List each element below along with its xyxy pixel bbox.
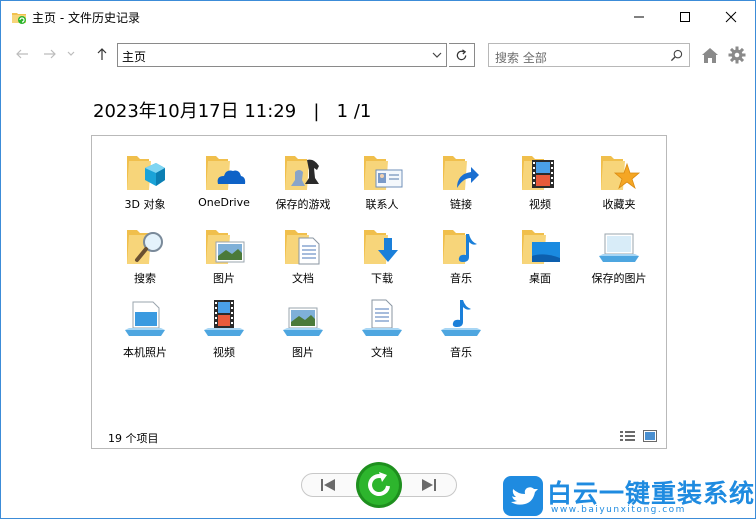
item-label: 3D 对象 (124, 198, 166, 211)
item-label: 桌面 (529, 272, 551, 285)
chevron-down-icon[interactable] (430, 48, 444, 62)
item-label: 文档 (371, 346, 393, 359)
list-item[interactable]: 视频 (501, 148, 579, 218)
list-item[interactable]: 图片 (264, 296, 342, 366)
item-label: 视频 (213, 346, 235, 359)
window-title: 主页 - 文件历史记录 (32, 11, 140, 25)
item-label: 本机照片 (123, 346, 167, 359)
arrow-right-icon (44, 49, 56, 59)
folder-downloads-icon (364, 230, 398, 264)
folder-searches-icon (127, 230, 163, 264)
list-item[interactable]: 图片 (185, 222, 263, 292)
library-camera-roll-icon (125, 301, 165, 336)
item-label: OneDrive (198, 196, 250, 209)
list-item[interactable]: 音乐 (422, 222, 500, 292)
library-pictures-icon (283, 307, 323, 336)
item-label: 链接 (450, 198, 472, 211)
list-item[interactable]: 音乐 (422, 296, 500, 366)
search-placeholder: 搜索 全部 (495, 51, 547, 65)
folder-onedrive-icon (206, 156, 246, 190)
search-icon[interactable] (670, 49, 683, 62)
file-history-app-icon (12, 13, 26, 24)
title-bar: 主页 - 文件历史记录 (1, 1, 755, 33)
item-label: 音乐 (450, 272, 472, 285)
item-label: 图片 (213, 272, 235, 285)
up-button[interactable] (93, 45, 111, 63)
forward-button[interactable] (41, 45, 59, 63)
item-label: 文档 (292, 272, 314, 285)
large-icons-view-icon[interactable] (643, 430, 657, 442)
list-item[interactable]: 下载 (343, 222, 421, 292)
item-label: 保存的图片 (591, 272, 647, 285)
library-documents-icon (362, 299, 402, 336)
search-input[interactable]: 搜索 全部 (488, 43, 690, 67)
close-icon (725, 11, 737, 23)
folder-desktop-icon (522, 230, 560, 264)
list-item[interactable]: OneDrive (185, 148, 263, 218)
maximize-button[interactable] (662, 1, 708, 33)
item-label: 联系人 (365, 198, 399, 211)
folder-music-icon (443, 230, 477, 264)
list-item[interactable]: 搜索 (106, 222, 184, 292)
address-bar[interactable]: 主页 (117, 43, 447, 67)
back-button[interactable] (13, 45, 31, 63)
arrow-left-icon (16, 49, 28, 59)
next-version-button[interactable] (421, 478, 437, 492)
item-label: 音乐 (450, 346, 472, 359)
folder-3d-objects-icon (127, 156, 165, 190)
recent-locations-button[interactable] (65, 45, 77, 63)
address-text: 主页 (122, 50, 147, 64)
restore-button[interactable] (355, 461, 403, 509)
item-count: 19 个项目 (108, 432, 159, 445)
chevron-down-icon (67, 51, 75, 56)
content-pane: 3D 对象 OneDrive 保存的游戏 联系人 链接 视频 收藏夹 搜索 图片… (91, 135, 667, 449)
maximize-icon (680, 12, 690, 22)
snapshot-date-line: 2023年10月17日 11:29 | 1 /1 (93, 97, 371, 123)
folder-links-icon (443, 156, 479, 190)
close-button[interactable] (708, 1, 754, 33)
list-item[interactable]: 收藏夹 (580, 148, 658, 218)
refresh-button[interactable] (449, 43, 475, 67)
folder-pictures-icon (206, 230, 245, 264)
folder-favorites-icon (601, 156, 641, 190)
refresh-icon (456, 48, 467, 60)
item-label: 下载 (371, 272, 393, 285)
home-icon[interactable] (701, 47, 719, 64)
snapshot-date: 2023年10月17日 11:29 (93, 101, 297, 122)
library-music-icon (441, 300, 481, 336)
item-label: 保存的游戏 (275, 198, 331, 211)
folder-saved-games-icon (285, 156, 319, 190)
list-item[interactable]: 保存的图片 (580, 222, 658, 292)
folder-videos-icon (522, 156, 554, 190)
gear-icon[interactable] (728, 46, 746, 64)
navigation-bar: 主页 搜索 全部 (1, 39, 755, 71)
library-videos-icon (204, 300, 244, 336)
list-item[interactable]: 桌面 (501, 222, 579, 292)
snapshot-page-indicator: 1 /1 (336, 101, 372, 122)
details-view-icon[interactable] (620, 430, 635, 442)
list-item[interactable]: 视频 (185, 296, 263, 366)
folder-contacts-icon (364, 156, 403, 190)
list-item[interactable]: 链接 (422, 148, 500, 218)
list-item[interactable]: 保存的游戏 (264, 148, 342, 218)
item-label: 收藏夹 (602, 198, 636, 211)
arrow-up-icon (97, 48, 107, 60)
list-item[interactable]: 3D 对象 (106, 148, 184, 218)
item-label: 视频 (529, 198, 551, 211)
item-label: 图片 (292, 346, 314, 359)
watermark: 白云一键重装系统 www.baiyunxitong.com (501, 474, 754, 518)
list-item[interactable]: 文档 (343, 296, 421, 366)
list-item[interactable]: 本机照片 (106, 296, 184, 366)
list-item[interactable]: 联系人 (343, 148, 421, 218)
minimize-button[interactable] (616, 1, 662, 33)
minimize-icon (634, 16, 644, 18)
item-label: 搜索 (134, 272, 156, 285)
list-item[interactable]: 文档 (264, 222, 342, 292)
watermark-bird-icon (503, 476, 543, 516)
previous-version-button[interactable] (320, 478, 336, 492)
watermark-url: www.baiyunxitong.com (551, 505, 686, 515)
file-history-window: 主页 - 文件历史记录 主页 搜索 全部 2023年10月17日 11:29 |… (0, 0, 756, 519)
folder-documents-icon (285, 230, 320, 265)
library-saved-pictures-icon (599, 233, 639, 262)
